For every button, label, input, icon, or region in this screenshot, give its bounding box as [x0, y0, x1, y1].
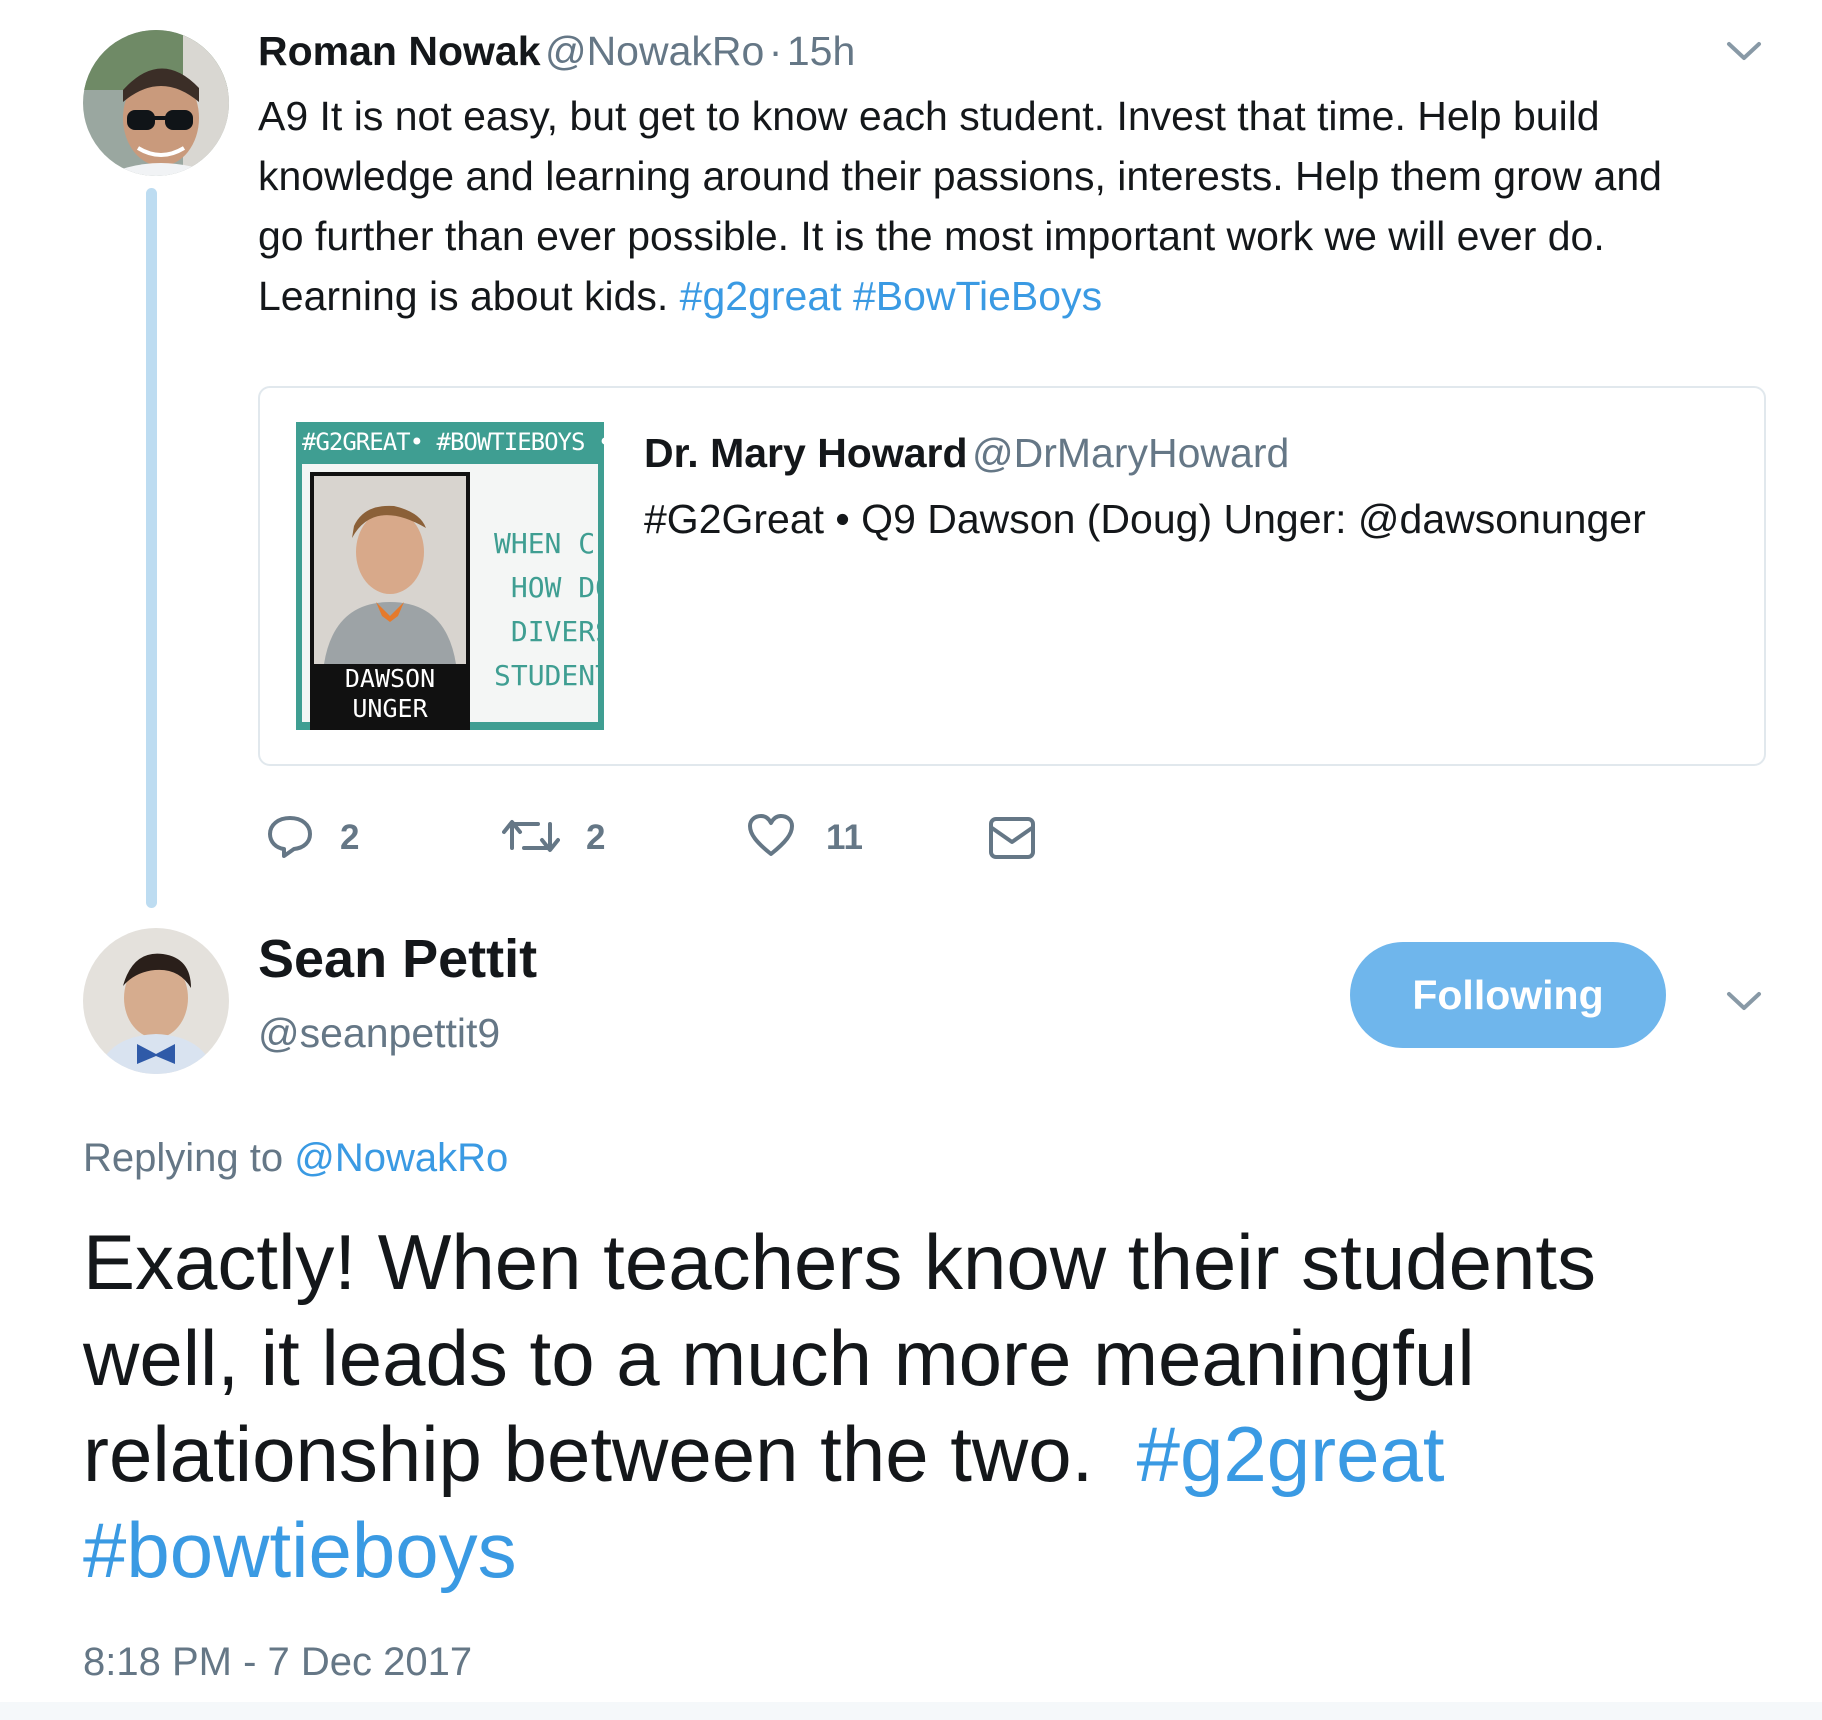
image-side-line: WHEN CL: [493, 527, 604, 560]
avatar-sean-pettit[interactable]: [83, 928, 229, 1074]
quoted-tweet-header: Dr. Mary Howard @DrMaryHoward: [644, 430, 1289, 477]
tweet2-text-line: Exactly! When teachers know their studen…: [83, 1218, 1597, 1306]
reply-count: 2: [340, 818, 360, 857]
retweet-icon: [502, 812, 560, 865]
tweet1-text-last: Learning is about kids.: [258, 273, 669, 319]
chevron-down-icon[interactable]: [1724, 36, 1764, 66]
image-side-line: STUDENT: [493, 659, 604, 692]
retweet-button[interactable]: 2: [502, 814, 605, 862]
tweet1-text-line: A9 It is not easy, but get to know each …: [258, 93, 1600, 139]
tweet1-text-line: knowledge and learning around their pass…: [258, 153, 1662, 199]
image-caption-line: UNGER: [352, 694, 428, 723]
like-count: 11: [826, 818, 863, 857]
tweet-timestamp[interactable]: 8:18 PM - 7 Dec 2017: [83, 1640, 472, 1685]
tweet1-header: Roman Nowak @NowakRo · 15h: [258, 28, 855, 75]
following-button[interactable]: Following: [1350, 942, 1666, 1048]
quoted-tweet-text: #G2Great • Q9 Dawson (Doug) Unger: @daws…: [644, 496, 1646, 542]
like-button[interactable]: 11: [746, 812, 863, 865]
tweet2-text: Exactly! When teachers know their studen…: [83, 1214, 1783, 1598]
quoted-author-name[interactable]: Dr. Mary Howard: [644, 430, 968, 476]
hashtag-link[interactable]: #g2great: [1137, 1410, 1445, 1498]
dm-icon: [988, 817, 1036, 864]
quoted-tweet-image: #G2GREAT• #BOWTIEBOYS • D DAWSON UNGER W…: [296, 422, 604, 730]
tweet2-text-line: relationship between the two. #g2great: [83, 1406, 1783, 1502]
tweet2-text-line: well, it leads to a much more meaningful: [83, 1314, 1475, 1402]
tweet2-text-last: relationship between the two.: [83, 1410, 1094, 1498]
retweet-count: 2: [586, 818, 606, 857]
author-handle[interactable]: @NowakRo: [545, 28, 764, 74]
header-separator: ·: [768, 28, 783, 74]
image-side-line: HOW DO: [510, 571, 604, 604]
image-caption-line: DAWSON: [344, 664, 436, 693]
image-side-line: DIVERS: [510, 615, 604, 648]
reply-icon: [266, 812, 314, 865]
hashtag-link[interactable]: #g2great: [680, 273, 842, 319]
replying-to-handle[interactable]: @NowakRo: [294, 1136, 508, 1180]
image-banner-text: #G2GREAT• #BOWTIEBOYS • D: [302, 428, 604, 456]
avatar-roman-nowak[interactable]: [83, 30, 229, 176]
tweet-time[interactable]: 15h: [787, 28, 855, 74]
author-handle[interactable]: @seanpettit9: [258, 1010, 500, 1057]
thread-connector-line: [146, 188, 157, 908]
hashtag-link[interactable]: #bowtieboys: [83, 1506, 517, 1594]
reply-button[interactable]: 2: [266, 814, 359, 862]
like-icon: [746, 812, 796, 865]
author-name[interactable]: Sean Pettit: [258, 928, 537, 990]
author-name[interactable]: Roman Nowak: [258, 28, 541, 74]
chevron-down-icon[interactable]: [1724, 986, 1764, 1016]
hashtag-link[interactable]: #BowTieBoys: [853, 273, 1102, 319]
student-photo: [314, 476, 466, 664]
quoted-author-handle[interactable]: @DrMaryHoward: [972, 430, 1289, 476]
tweet1-text-line: Learning is about kids. #g2great #BowTie…: [258, 266, 1758, 326]
bottom-divider: [0, 1702, 1822, 1720]
replying-to: Replying to @NowakRo: [83, 1136, 508, 1181]
tweet2-text-line: #bowtieboys: [83, 1502, 1783, 1598]
tweet1-text: A9 It is not easy, but get to know each …: [258, 86, 1758, 326]
direct-message-button[interactable]: [988, 816, 1036, 865]
replying-to-label: Replying to: [83, 1136, 284, 1180]
tweet1-text-line: go further than ever possible. It is the…: [258, 213, 1605, 259]
